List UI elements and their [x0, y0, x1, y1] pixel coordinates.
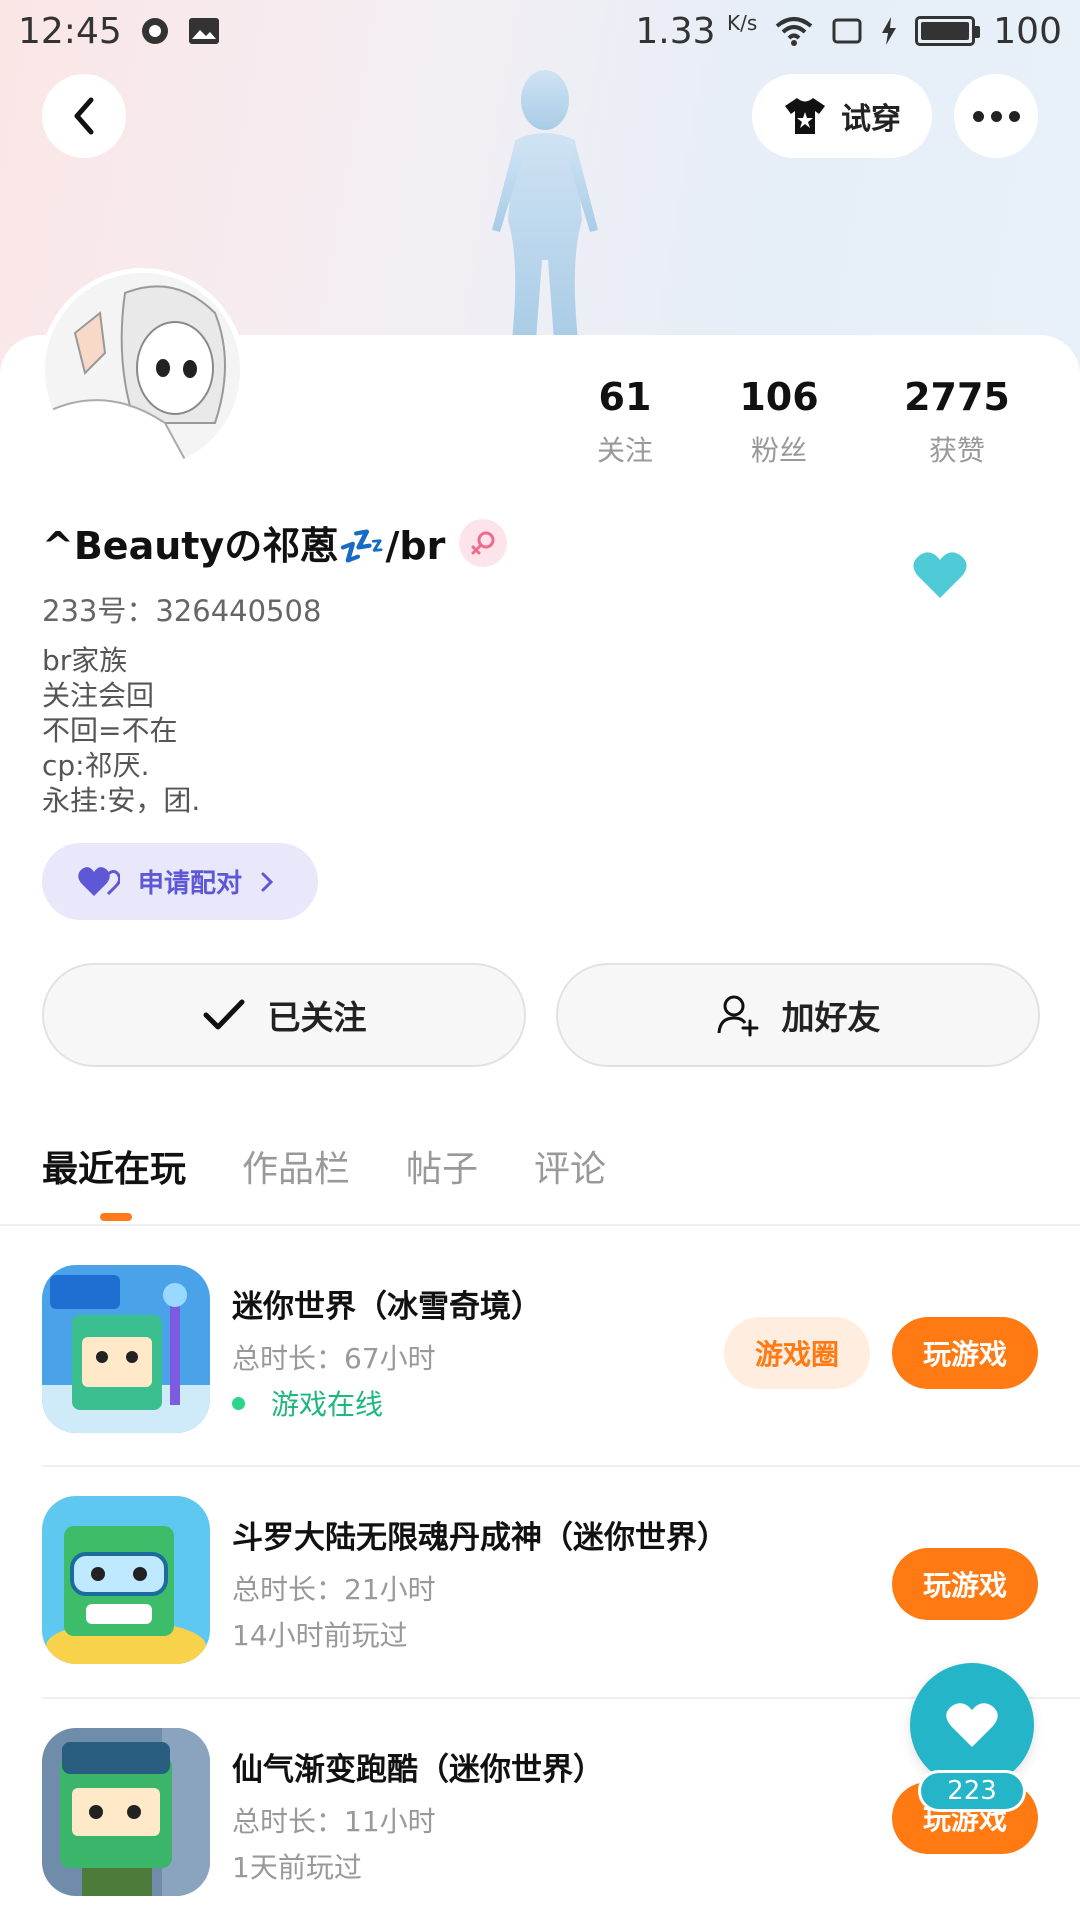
stat-value: 2775 — [904, 375, 1010, 419]
more-options-button[interactable] — [954, 74, 1038, 158]
charging-icon — [881, 17, 897, 45]
tab-posts[interactable]: 帖子 — [406, 1140, 478, 1192]
game-duration: 总时长：11小时 — [232, 1805, 436, 1838]
game-status-text: 游戏在线 — [271, 1388, 384, 1421]
avatar[interactable] — [40, 268, 245, 473]
like-heart-icon[interactable] — [912, 550, 968, 604]
game-duration: 总时长：21小时 — [232, 1573, 436, 1606]
active-tab-indicator — [100, 1213, 132, 1221]
game-duration: 总时长：67小时 — [232, 1342, 436, 1375]
stat-followers[interactable]: 106 粉丝 — [690, 375, 868, 469]
game-status-text: 1天前玩过 — [232, 1851, 362, 1884]
app-notification-icon — [140, 16, 170, 46]
user-name: ^Beautyの祁蒽💤/br — [42, 524, 446, 568]
divider — [42, 1465, 1080, 1467]
play-game-button[interactable]: 玩游戏 — [892, 1548, 1038, 1620]
stat-label: 粉丝 — [750, 434, 807, 467]
profile-stats: 61 关注 106 粉丝 2775 获赞 — [560, 375, 1060, 469]
clock: 12:45 — [18, 10, 122, 52]
sim-icon — [831, 17, 863, 45]
add-user-icon — [717, 995, 758, 1037]
try-on-button[interactable]: 试穿 — [752, 74, 932, 158]
bio-line: 关注会回 — [42, 679, 155, 712]
request-pairing-button[interactable]: 申请配对 — [42, 843, 318, 920]
tab-recent-games[interactable]: 最近在玩 — [42, 1140, 186, 1192]
pair-label: 申请配对 — [138, 869, 243, 899]
game-list-item[interactable]: 仙气渐变跑酷（迷你世界） 总时长：11小时 1天前玩过 玩游戏 — [42, 1728, 1038, 1918]
chevron-right-icon — [261, 872, 274, 891]
bio-line: br家族 — [42, 644, 128, 677]
like-count-badge: 223 — [918, 1770, 1026, 1812]
game-status: 14小时前玩过 — [232, 1614, 408, 1654]
user-bio: br家族 关注会回 不回=不在 cp:祁厌. 永挂:安，团. — [42, 643, 200, 818]
network-speed: 1.33 K/s — [635, 10, 758, 52]
add-friend-button[interactable]: 加好友 — [556, 963, 1040, 1067]
bio-line: cp:祁厌. — [42, 749, 150, 782]
divider — [0, 1224, 1080, 1226]
stat-value: 61 — [598, 375, 652, 419]
add-friend-label: 加好友 — [781, 998, 881, 1037]
game-status: 1天前玩过 — [232, 1846, 362, 1886]
tab-comments[interactable]: 评论 — [534, 1140, 606, 1192]
avatar-figure-image — [492, 70, 598, 340]
game-status: 游戏在线 — [232, 1383, 383, 1423]
battery-icon — [915, 16, 981, 46]
followed-button[interactable]: 已关注 — [42, 963, 526, 1067]
game-icon — [42, 1265, 210, 1433]
female-icon — [459, 518, 508, 567]
try-on-label: 试穿 — [841, 102, 901, 137]
wifi-icon — [775, 16, 813, 46]
bio-line: 永挂:安，团. — [42, 784, 201, 817]
play-game-button[interactable]: 玩游戏 — [892, 1317, 1038, 1389]
bio-line: 不回=不在 — [42, 714, 178, 747]
game-title: 斗罗大陆无限魂丹成神（迷你世界） — [232, 1520, 728, 1556]
online-dot-icon — [232, 1396, 245, 1410]
user-id: 233号：326440508 — [42, 594, 322, 628]
game-icon — [42, 1496, 210, 1664]
heart-icon — [946, 1703, 998, 1747]
stat-value: 106 — [739, 375, 819, 419]
status-bar: 12:45 1.33 K/s 100 — [0, 0, 1080, 62]
more-dot-icon — [972, 110, 984, 122]
image-notification-icon — [188, 17, 220, 45]
stat-likes[interactable]: 2775 获赞 — [868, 375, 1046, 469]
floating-like-button[interactable] — [910, 1663, 1034, 1787]
stat-label: 获赞 — [928, 434, 985, 467]
tab-works[interactable]: 作品栏 — [242, 1140, 350, 1192]
follow-label: 已关注 — [267, 998, 367, 1037]
battery-level: 100 — [993, 10, 1062, 52]
back-button[interactable] — [42, 74, 126, 158]
game-list-item[interactable]: 斗罗大陆无限魂丹成神（迷你世界） 总时长：21小时 14小时前玩过 玩游戏 — [42, 1496, 1038, 1686]
chevron-left-icon — [74, 97, 94, 135]
name-row: ^Beautyの祁蒽💤/br — [42, 515, 508, 570]
game-title: 迷你世界（冰雪奇境） — [232, 1289, 542, 1325]
game-title: 仙气渐变跑酷（迷你世界） — [232, 1752, 604, 1788]
game-list-item[interactable]: 迷你世界（冰雪奇境） 总时长：67小时 游戏在线 游戏圈 玩游戏 — [42, 1265, 1038, 1455]
check-icon — [203, 999, 244, 1030]
game-icon — [42, 1728, 210, 1896]
stat-label: 关注 — [596, 434, 653, 467]
shirt-icon — [785, 98, 825, 134]
game-status-text: 14小时前玩过 — [232, 1619, 408, 1652]
stat-following[interactable]: 61 关注 — [560, 375, 690, 469]
profile-tabs: 最近在玩 作品栏 帖子 评论 — [42, 1140, 606, 1192]
game-community-button[interactable]: 游戏圈 — [724, 1317, 870, 1389]
heart-pair-icon — [78, 866, 120, 896]
